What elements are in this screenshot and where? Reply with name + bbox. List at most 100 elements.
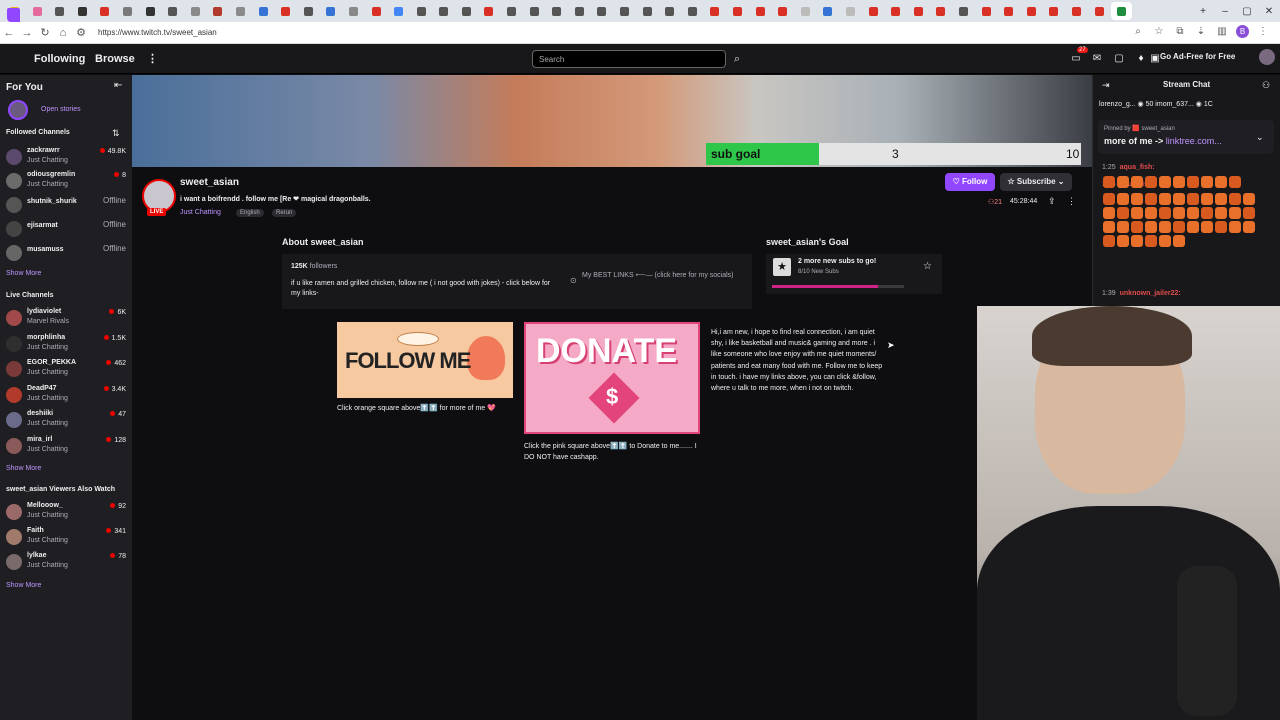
browser-tab[interactable] [930, 2, 951, 20]
browser-tab[interactable] [298, 2, 319, 20]
twitch-logo-icon[interactable] [7, 8, 20, 22]
chevron-down-icon[interactable]: ⌄ [1256, 132, 1264, 143]
tag-rerun[interactable]: Rerun [272, 209, 297, 217]
browser-tab[interactable] [185, 2, 206, 20]
ad-free-button[interactable]: Go Ad-Free for Free [1160, 52, 1235, 61]
forward-icon[interactable]: → [18, 27, 36, 39]
back-icon[interactable]: ← [0, 27, 18, 39]
browser-tab[interactable] [162, 2, 183, 20]
goal-favorite-icon[interactable]: ☆ [923, 261, 932, 272]
browser-tab[interactable] [320, 2, 341, 20]
reload-icon[interactable]: ↻ [36, 26, 54, 39]
browser-tab[interactable] [343, 2, 364, 20]
browser-tab[interactable] [772, 2, 793, 20]
sidebar-channel-item[interactable]: EGOR_PEKKA Just Chatting 462 [4, 358, 128, 380]
zoom-icon[interactable]: ⌕ [1131, 26, 1145, 37]
tag-english[interactable]: English [236, 209, 264, 217]
browser-tab[interactable] [795, 2, 816, 20]
collapse-chat-icon[interactable]: ⇥ [1102, 80, 1110, 91]
browser-tab[interactable] [1066, 2, 1087, 20]
profile-avatar[interactable]: B [1236, 25, 1249, 38]
whispers-icon[interactable]: ✉ [1090, 53, 1104, 64]
browser-tab[interactable] [230, 2, 251, 20]
sort-icon[interactable]: ⇅ [112, 128, 120, 139]
crown-icon[interactable]: ♦ [1134, 53, 1148, 64]
sidebar-channel-item[interactable]: lydiaviolet Marvel Rivals 6K [4, 307, 128, 329]
sidebar-channel-item[interactable]: deshiiki Just Chatting 47 [4, 409, 128, 431]
browser-tab[interactable] [140, 2, 161, 20]
browser-tab[interactable] [478, 2, 499, 20]
browser-tab[interactable] [591, 2, 612, 20]
notifications-icon[interactable]: ▭ [1069, 53, 1083, 64]
extensions-icon[interactable]: ⧉ [1173, 26, 1187, 37]
more-options-icon[interactable]: ⋮ [1067, 196, 1076, 207]
browser-tab[interactable] [49, 2, 70, 20]
browser-tab[interactable] [863, 2, 884, 20]
follow-button[interactable]: ♡ Follow [945, 173, 995, 191]
collapse-sidebar-icon[interactable]: ⇤ [114, 80, 122, 91]
browser-tab[interactable] [614, 2, 635, 20]
browser-tab[interactable] [885, 2, 906, 20]
browser-tab[interactable] [72, 2, 93, 20]
minimize-button[interactable]: – [1214, 6, 1236, 17]
browser-tab[interactable] [546, 2, 567, 20]
browser-tab[interactable] [253, 2, 274, 20]
sidebar-channel-item[interactable]: odiousgremlin Just Chatting 8 [4, 170, 128, 192]
browser-tab[interactable] [1043, 2, 1064, 20]
user-avatar[interactable] [1259, 49, 1275, 65]
sidebar-channel-item[interactable]: Faith Just Chatting 341 [4, 526, 128, 548]
browser-tab[interactable] [727, 2, 748, 20]
browser-tab[interactable] [27, 2, 48, 20]
open-stories-link[interactable]: Open stories [41, 106, 81, 113]
more-icon[interactable]: ⋮ [147, 52, 158, 65]
browser-tab[interactable] [456, 2, 477, 20]
share-icon[interactable]: ⇪ [1048, 196, 1056, 207]
browser-tab[interactable] [207, 2, 228, 20]
browser-tab[interactable] [1089, 2, 1110, 20]
browser-tab[interactable] [908, 2, 929, 20]
nav-following[interactable]: Following [34, 53, 85, 65]
downloads-icon[interactable]: ⇣ [1194, 26, 1208, 37]
browser-tab[interactable] [953, 2, 974, 20]
browser-tab[interactable] [659, 2, 680, 20]
close-window-button[interactable]: ✕ [1258, 6, 1280, 17]
follow-me-panel-image[interactable]: FOLLOW ME [337, 322, 513, 398]
browser-tab[interactable] [411, 2, 432, 20]
maximize-button[interactable]: ▢ [1236, 6, 1258, 17]
donate-panel-image[interactable]: DONATE $ [524, 322, 700, 434]
show-more-also-watch[interactable]: Show More [6, 582, 41, 589]
stream-category-link[interactable]: Just Chatting [180, 209, 221, 216]
sidebar-channel-item[interactable]: zackrawrr Just Chatting 49.8K [4, 146, 128, 168]
sidebar-channel-item[interactable]: mira_irl Just Chatting 128 [4, 435, 128, 457]
sidebar-channel-item[interactable]: DeadP47 Just Chatting 3.4K [4, 384, 128, 406]
site-info-icon[interactable]: ⚙ [72, 26, 90, 39]
browser-tab[interactable] [1111, 2, 1133, 20]
sidebar-channel-item[interactable]: morphlinha Just Chatting 1.5K [4, 333, 128, 355]
browser-tab[interactable] [637, 2, 658, 20]
browser-tab[interactable] [998, 2, 1019, 20]
browser-tab[interactable] [1021, 2, 1042, 20]
browser-tab[interactable] [433, 2, 454, 20]
search-icon[interactable]: ⌕ [728, 50, 746, 68]
browser-tab[interactable] [682, 2, 703, 20]
sidebar-channel-item[interactable]: ejisarmat Offline [4, 218, 128, 238]
sidebar-channel-item[interactable]: Mellooow_ Just Chatting 92 [4, 501, 128, 523]
browser-tab[interactable] [117, 2, 138, 20]
url-field[interactable]: https://www.twitch.tv/sweet_asian [98, 28, 217, 37]
pinned-link[interactable]: linktree.com... [1166, 136, 1222, 146]
show-more-live[interactable]: Show More [6, 465, 41, 472]
stories-avatar[interactable] [8, 100, 28, 120]
sidebar-channel-item[interactable]: lylkae Just Chatting 78 [4, 551, 128, 573]
browser-tab[interactable] [750, 2, 771, 20]
chat-users-icon[interactable]: ⚇ [1262, 80, 1270, 91]
browser-tab[interactable] [501, 2, 522, 20]
channel-name[interactable]: sweet_asian [180, 177, 239, 188]
sidebar-channel-item[interactable]: musamuss Offline [4, 242, 128, 262]
chat-username[interactable]: unknown_jailer22: [1120, 290, 1181, 297]
inbox-icon[interactable]: ▢ [1112, 53, 1126, 64]
chat-username[interactable]: aqua_fish: [1120, 164, 1155, 171]
browser-tab[interactable] [976, 2, 997, 20]
add-tab-button[interactable]: + [1192, 6, 1214, 17]
home-icon[interactable]: ⌂ [54, 27, 72, 39]
subscribe-button[interactable]: ☆ Subscribe ⌄ [1000, 173, 1072, 191]
